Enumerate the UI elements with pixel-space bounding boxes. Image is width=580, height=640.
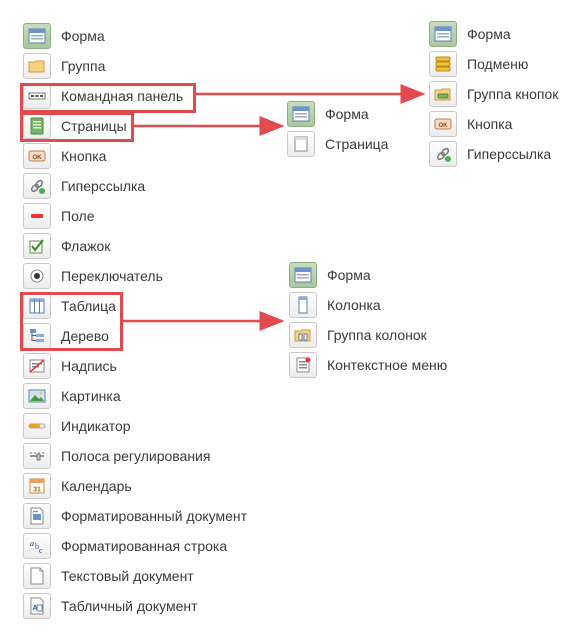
connector-arrows [123, 84, 426, 331]
